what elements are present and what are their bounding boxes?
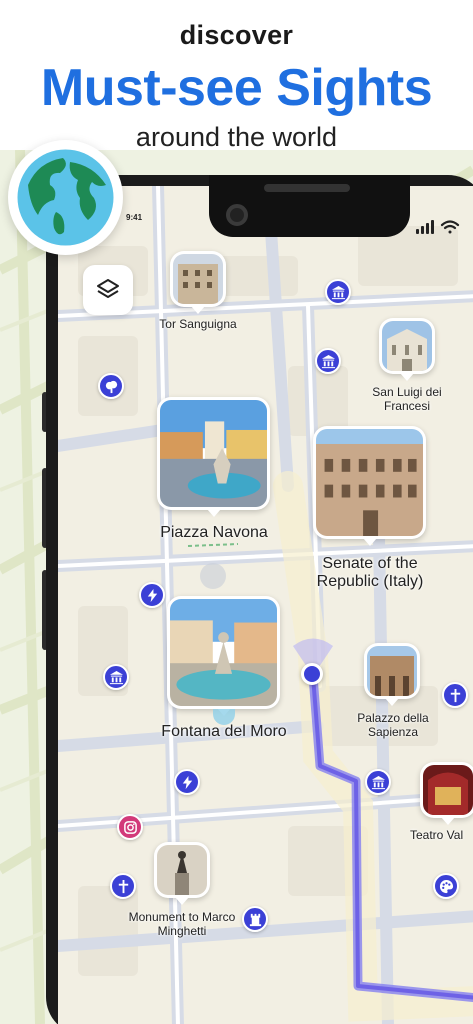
place-thumbnail-senate[interactable] — [313, 426, 426, 546]
place-label[interactable]: Piazza Navona — [140, 524, 288, 542]
signal-icon — [416, 220, 434, 234]
wifi-icon — [440, 220, 460, 234]
museum-icon — [371, 775, 385, 789]
phone-speaker — [264, 184, 350, 192]
promo-line-1: discover — [179, 20, 294, 50]
place-label[interactable]: Fontana del Moro — [150, 723, 298, 741]
lightning-icon — [147, 588, 157, 602]
church-poi[interactable] — [110, 873, 136, 899]
instagram-icon — [123, 820, 137, 834]
status-icons — [416, 219, 468, 240]
layers-icon — [97, 279, 119, 298]
tree-icon — [105, 380, 117, 393]
place-thumbnail-san-luigi[interactable] — [379, 318, 435, 381]
museum-icon — [331, 285, 345, 299]
museum-poi[interactable] — [103, 664, 129, 690]
promo-headline: Must-see Sights — [40, 59, 433, 117]
layers-button[interactable] — [83, 265, 133, 315]
place-label[interactable]: San Luigi dei Francesi — [350, 385, 464, 414]
tower-poi[interactable] — [242, 906, 268, 932]
attraction-poi[interactable] — [174, 769, 200, 795]
cross-icon — [450, 688, 460, 702]
museum-icon — [109, 670, 123, 684]
attraction-poi[interactable] — [139, 582, 165, 608]
place-label[interactable]: Senate of the Republic (Italy) — [296, 555, 444, 592]
museum-poi[interactable] — [365, 769, 391, 795]
globe-icon — [8, 140, 123, 255]
compass-marker — [200, 563, 226, 589]
church-poi[interactable] — [442, 682, 468, 708]
place-label[interactable]: Tor Sanguigna — [140, 317, 256, 332]
instagram-poi[interactable] — [117, 814, 143, 840]
place-thumbnail-minghetti[interactable] — [154, 842, 210, 905]
cross-icon — [118, 879, 128, 893]
lightning-icon — [182, 775, 192, 789]
place-label[interactable]: Monument to Marco Minghetti — [124, 910, 240, 939]
place-thumbnail-fontana-del-moro[interactable] — [167, 596, 280, 716]
place-thumbnail-tor-sanguigna[interactable] — [170, 251, 226, 314]
art-poi[interactable] — [433, 873, 459, 899]
phone-camera — [226, 204, 248, 226]
place-thumbnail-piazza-navona[interactable] — [157, 397, 270, 517]
place-thumbnail-palazzo-sapienza[interactable] — [364, 643, 420, 706]
museum-poi[interactable] — [315, 348, 341, 374]
park-poi[interactable] — [98, 373, 124, 399]
palette-icon — [439, 879, 453, 893]
place-label[interactable]: Palazzo della Sapienza — [338, 711, 448, 740]
museum-icon — [321, 354, 335, 368]
museum-poi[interactable] — [325, 279, 351, 305]
current-location-marker — [301, 663, 323, 685]
tower-icon — [249, 913, 261, 926]
place-thumbnail-teatro-val[interactable] — [420, 762, 473, 825]
place-label[interactable]: Teatro Val — [410, 828, 473, 843]
status-time: 9:41 — [126, 213, 143, 222]
